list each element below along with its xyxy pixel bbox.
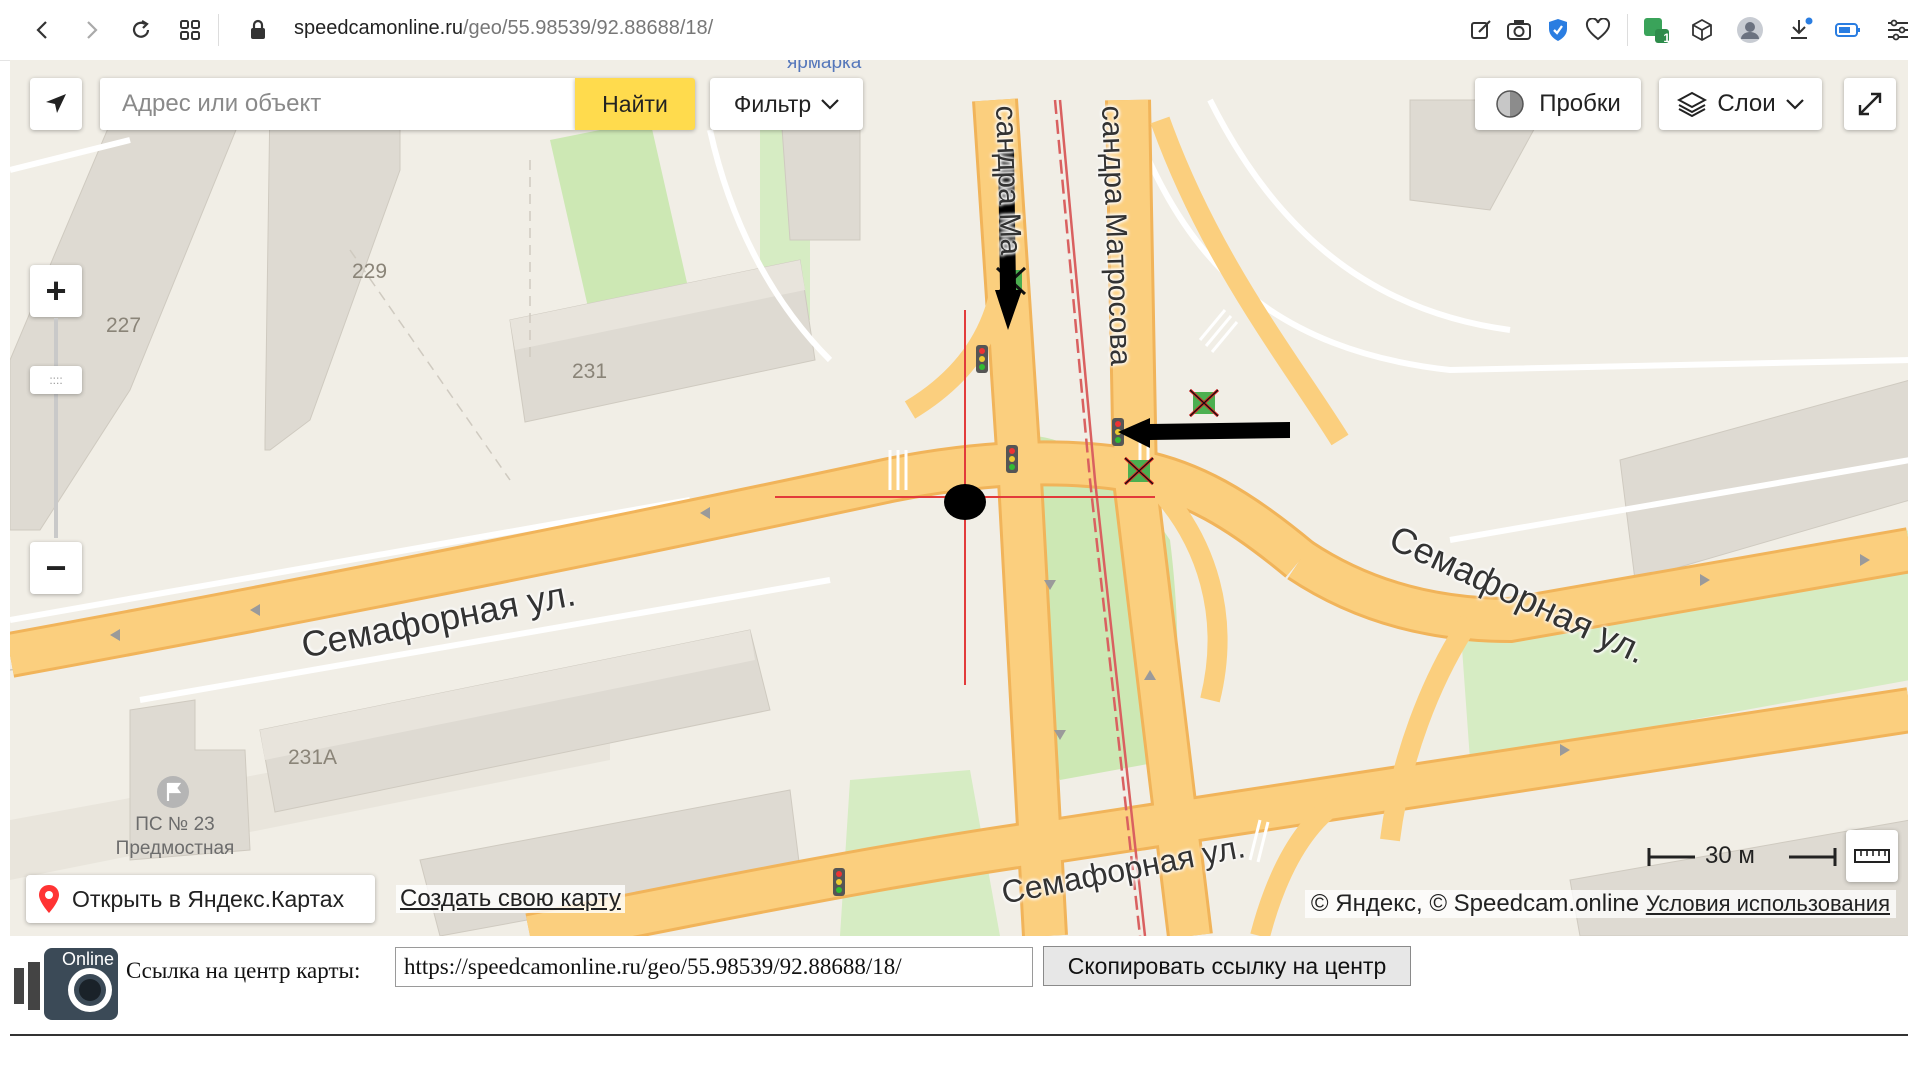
tabs-grid-button[interactable] [172, 12, 208, 48]
address-bar[interactable]: speedcamonline.ru/geo/55.98539/92.88688/… [294, 17, 713, 40]
forward-arrow-icon [87, 21, 98, 39]
share-link-input[interactable] [395, 947, 1033, 987]
chevron-down-icon [821, 99, 839, 110]
settings-menu-button[interactable] [1882, 14, 1914, 46]
lock-icon [251, 19, 265, 39]
grid-icon [180, 20, 200, 40]
zoom-out-button[interactable]: − [30, 542, 82, 594]
flag-poi-icon [157, 776, 189, 808]
fullscreen-button[interactable] [1844, 78, 1896, 130]
bookmark-button[interactable] [1582, 14, 1614, 46]
heart-icon [1585, 18, 1611, 41]
share-link-label: Ссылка на центр карты: [126, 958, 361, 983]
traffic-label: Пробки [1539, 90, 1621, 117]
profile-button[interactable] [1734, 14, 1766, 46]
ruler-button[interactable] [1846, 830, 1898, 882]
footer-divider [10, 1034, 1910, 1036]
speedcam-logo: Online [14, 940, 118, 1020]
zoom-slider-track[interactable] [54, 318, 58, 538]
building-number: 231А [288, 746, 338, 769]
navigation-arrow-icon [46, 94, 66, 113]
share-page-button[interactable] [1465, 14, 1497, 46]
map-copyright: © Яндекс, © Speedcam.online Условия испо… [1304, 890, 1896, 918]
create-map-link[interactable]: Создать свою карту [396, 885, 625, 913]
layers-icon [1677, 91, 1708, 117]
battery-icon [1835, 23, 1860, 37]
building-number: 231 [572, 360, 608, 383]
back-arrow-icon [36, 21, 47, 39]
camera-icon [1507, 20, 1531, 40]
filter-dropdown[interactable]: Фильтр [710, 78, 863, 130]
back-button[interactable] [25, 12, 61, 48]
speedcam-logo-text: Online [62, 949, 115, 969]
geolocation-button[interactable] [30, 78, 82, 130]
downloads-button[interactable] [1784, 14, 1816, 46]
reload-button[interactable] [123, 12, 159, 48]
poi-label: ПС № 23 Предмостная [100, 813, 250, 861]
edit-share-icon [1471, 20, 1491, 39]
expand-icon [1858, 92, 1882, 116]
protect-extension-button[interactable] [1542, 14, 1574, 46]
minus-icon: − [45, 547, 67, 588]
url-host: speedcamonline.ru [294, 17, 463, 39]
layers-label: Слои [1717, 90, 1776, 117]
poi-label-line2: Предмостная [115, 838, 235, 859]
zoom-slider-handle[interactable]: :::: [30, 366, 82, 394]
extension-green-button[interactable]: 1 [1640, 14, 1672, 46]
zoom-in-button[interactable]: + [30, 265, 82, 317]
shield-check-icon [1549, 19, 1567, 41]
extension-cube-button[interactable] [1686, 14, 1718, 46]
search-box [100, 78, 575, 130]
find-button[interactable]: Найти [575, 78, 695, 130]
copy-center-link-button[interactable]: Скопировать ссылку на центр [1043, 946, 1411, 986]
filter-label: Фильтр [733, 90, 812, 117]
traffic-light-icon [1496, 90, 1524, 118]
chevron-down-icon [1785, 99, 1804, 110]
open-yandex-label: Открыть в Яндекс.Картах [72, 885, 345, 912]
avatar-icon [1737, 17, 1763, 43]
toolbar-divider [218, 14, 219, 46]
cube-icon [1692, 18, 1712, 42]
page-scrollbar[interactable] [1908, 60, 1920, 1036]
search-input[interactable] [100, 78, 575, 130]
traffic-button[interactable]: Пробки [1475, 78, 1641, 130]
extension-badge: 1 [1663, 31, 1670, 45]
battery-extension-button[interactable] [1832, 14, 1864, 46]
scale-label: 30 м [1705, 842, 1755, 869]
map-pin-icon [39, 885, 59, 913]
toolbar-divider [1627, 14, 1628, 46]
poi-label-yarmarka: ярмарка [787, 60, 862, 73]
terms-link[interactable]: Условия использования [1646, 891, 1890, 916]
ruler-icon [1854, 849, 1890, 863]
sliders-icon [1888, 19, 1908, 41]
poi-label-line1: ПС № 23 [135, 814, 215, 835]
map-view[interactable]: Семафорная ул. Семафорная ул. Семафорная… [10, 60, 1910, 936]
map-tiles [10, 60, 1910, 936]
building-number: 229 [352, 260, 388, 283]
copyright-text: © Яндекс, © Speedcam.online [1310, 890, 1640, 917]
screenshot-button[interactable] [1503, 14, 1535, 46]
forward-button[interactable] [73, 12, 109, 48]
open-yandex-maps-button[interactable]: Открыть в Яндекс.Картах [26, 875, 375, 923]
layers-dropdown[interactable]: Слои [1659, 78, 1822, 130]
reload-icon [132, 20, 150, 38]
center-dot [944, 484, 986, 520]
download-icon [1791, 17, 1813, 39]
url-path: /geo/55.98539/92.88688/18/ [463, 17, 714, 39]
browser-toolbar: speedcamonline.ru/geo/55.98539/92.88688/… [0, 0, 1920, 61]
building-number: 227 [106, 314, 142, 337]
plus-icon: + [45, 270, 67, 311]
street-label-matrosova: сандра Ма [989, 105, 1028, 256]
